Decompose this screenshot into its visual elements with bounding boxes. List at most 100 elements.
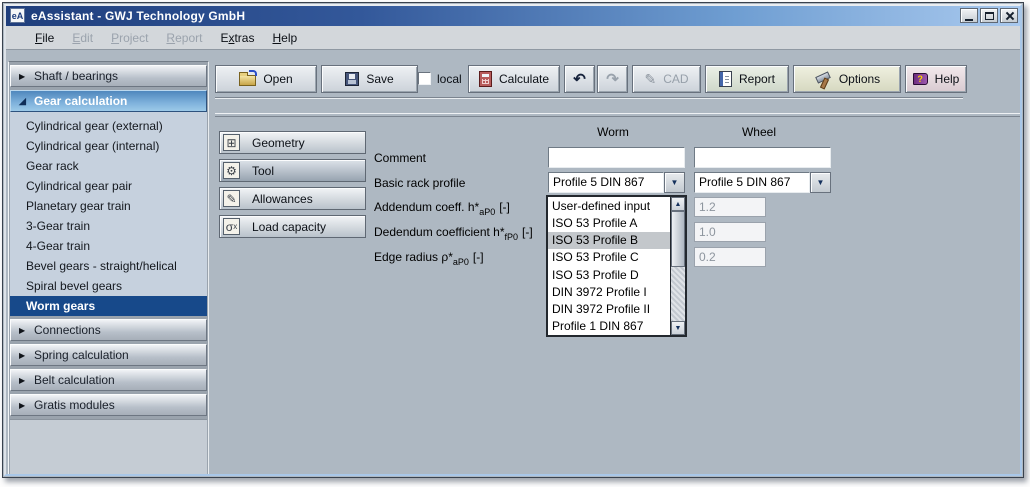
comment-input-worm[interactable]	[548, 147, 685, 168]
menu-bar: File Edit Project Report Extras Help	[6, 26, 1020, 50]
chevron-down-icon: ▼	[671, 178, 679, 187]
dropdown-option-iso53-b-highlighted[interactable]: ISO 53 Profile B	[548, 232, 670, 249]
sidebar-item-worm-gears[interactable]: Worm gears	[10, 296, 207, 316]
calculate-button[interactable]: Calculate	[468, 65, 560, 93]
column-header-wheel: Wheel	[689, 125, 829, 139]
report-page-icon	[719, 71, 732, 87]
basic-rack-profile-label: Basic rack profile	[374, 176, 465, 190]
window-title: eAssistant - GWJ Technology GmbH	[31, 9, 245, 23]
load-capacity-section-button[interactable]: σx Load capacity	[219, 215, 366, 238]
dropdown-option-din3972-ii[interactable]: DIN 3972 Profile II	[548, 301, 670, 318]
addendum-coeff-label: Addendum coeff. h*aP0[-]	[374, 200, 510, 217]
dropdown-option-iso53-d[interactable]: ISO 53 Profile D	[548, 266, 670, 283]
combo-value-wheel: Profile 5 DIN 867	[694, 172, 810, 193]
sidebar-item-cylindrical-gear-external[interactable]: Cylindrical gear (external)	[10, 116, 207, 136]
chevron-right-icon: ▶	[19, 351, 28, 360]
edge-radius-label: Edge radius ρ*aP0[-]	[374, 250, 484, 267]
help-button[interactable]: ? Help	[905, 65, 967, 93]
minimize-button[interactable]	[960, 8, 978, 23]
gear-icon: ⚙	[223, 162, 240, 179]
sidebar-item-gear-rack[interactable]: Gear rack	[10, 156, 207, 176]
dropdown-scrollbar[interactable]: ▲ ▼	[670, 197, 685, 335]
dropdown-options: User-defined input ISO 53 Profile A ISO …	[548, 197, 670, 335]
dropdown-option-din3972-i[interactable]: DIN 3972 Profile I	[548, 283, 670, 300]
floppy-disk-icon	[345, 72, 359, 86]
toolbar-separator	[215, 97, 963, 99]
sidebar-item-spiral-bevel-gears[interactable]: Spiral bevel gears	[10, 276, 207, 296]
basic-rack-profile-combo-worm[interactable]: Profile 5 DIN 867 ▼	[548, 172, 685, 193]
sidebar-item-cylindrical-gear-pair[interactable]: Cylindrical gear pair	[10, 176, 207, 196]
sidebar-item-belt-calculation[interactable]: ▶ Belt calculation	[10, 369, 207, 391]
tool-section-button[interactable]: ⚙ Tool	[219, 159, 366, 182]
sidebar-item-spring-calculation[interactable]: ▶ Spring calculation	[10, 344, 207, 366]
menu-project: Project	[102, 28, 157, 48]
maximize-button[interactable]	[980, 8, 998, 23]
chevron-expanded-icon: ◢	[19, 96, 28, 107]
scroll-up-button[interactable]: ▲	[671, 197, 685, 211]
undo-icon: ↶	[573, 72, 586, 87]
maximize-icon	[985, 12, 994, 20]
local-checkbox-label: local	[437, 72, 462, 86]
menu-file[interactable]: File	[26, 28, 63, 48]
cad-pencil-icon: ✎	[644, 72, 656, 86]
dropdown-option-profile1-din867[interactable]: Profile 1 DIN 867	[548, 318, 670, 335]
workspace: ▶ Shaft / bearings ◢ Gear calculation Cy…	[6, 51, 1020, 474]
sidebar-item-gear-calculation[interactable]: ◢ Gear calculation	[10, 90, 207, 112]
sigma-x-icon: σx	[223, 218, 240, 235]
local-checkbox[interactable]	[418, 72, 431, 85]
app-window: eA eAssistant - GWJ Technology GmbH File…	[2, 2, 1024, 478]
titlebar: eA eAssistant - GWJ Technology GmbH	[6, 5, 1020, 26]
sidebar-item-shaft-bearings[interactable]: ▶ Shaft / bearings	[10, 65, 207, 87]
comment-input-wheel[interactable]	[694, 147, 831, 168]
menu-help[interactable]: Help	[263, 28, 306, 48]
sidebar-empty-panel	[10, 419, 207, 474]
dropdown-option-iso53-c[interactable]: ISO 53 Profile C	[548, 249, 670, 266]
window-controls	[960, 8, 1018, 23]
dedendum-coeff-input-wheel	[694, 222, 766, 242]
sidebar: ▶ Shaft / bearings ◢ Gear calculation Cy…	[8, 61, 209, 475]
help-book-icon: ?	[913, 73, 928, 85]
menu-extras[interactable]: Extras	[211, 28, 263, 48]
chevron-down-icon: ▼	[817, 178, 825, 187]
save-button[interactable]: Save	[321, 65, 418, 93]
cad-button: ✎ CAD	[632, 65, 701, 93]
redo-button: ↷	[597, 65, 628, 93]
dropdown-option-iso53-a[interactable]: ISO 53 Profile A	[548, 214, 670, 231]
content-separator-shadow	[215, 116, 1021, 117]
sidebar-item-bevel-gears[interactable]: Bevel gears - straight/helical	[10, 256, 207, 276]
pencil-icon: ✎	[223, 190, 240, 207]
close-button[interactable]	[1000, 8, 1018, 23]
chevron-right-icon: ▶	[19, 376, 28, 385]
menu-report: Report	[157, 28, 211, 48]
chevron-right-icon: ▶	[19, 401, 28, 410]
dropdown-option-user-defined[interactable]: User-defined input	[548, 197, 670, 214]
calculator-icon	[479, 71, 492, 87]
tools-hammer-icon	[814, 71, 832, 88]
sidebar-item-gratis-modules[interactable]: ▶ Gratis modules	[10, 394, 207, 416]
comment-label: Comment	[374, 151, 426, 165]
column-header-worm: Worm	[543, 125, 683, 139]
combo-dropdown-button-wheel[interactable]: ▼	[810, 172, 831, 193]
app-icon: eA	[10, 8, 25, 23]
open-button[interactable]: Open	[215, 65, 317, 93]
scrollbar-thumb[interactable]	[671, 211, 685, 267]
grid-icon: ⊞	[223, 134, 240, 151]
sidebar-item-cylindrical-gear-internal[interactable]: Cylindrical gear (internal)	[10, 136, 207, 156]
sidebar-item-3-gear-train[interactable]: 3-Gear train	[10, 216, 207, 236]
combo-dropdown-button-worm[interactable]: ▼	[664, 172, 685, 193]
scroll-down-button[interactable]: ▼	[671, 321, 685, 335]
redo-icon: ↷	[606, 72, 619, 87]
options-button[interactable]: Options	[793, 65, 901, 93]
sidebar-item-connections[interactable]: ▶ Connections	[10, 319, 207, 341]
edge-radius-input-wheel	[694, 247, 766, 267]
sidebar-item-planetary-gear-train[interactable]: Planetary gear train	[10, 196, 207, 216]
sidebar-item-4-gear-train[interactable]: 4-Gear train	[10, 236, 207, 256]
desktop: eA eAssistant - GWJ Technology GmbH File…	[0, 0, 1030, 487]
basic-rack-profile-combo-wheel[interactable]: Profile 5 DIN 867 ▼	[694, 172, 831, 193]
menu-edit: Edit	[63, 28, 102, 48]
report-button[interactable]: Report	[705, 65, 789, 93]
allowances-section-button[interactable]: ✎ Allowances	[219, 187, 366, 210]
undo-button[interactable]: ↶	[564, 65, 595, 93]
minimize-icon	[965, 19, 973, 21]
geometry-section-button[interactable]: ⊞ Geometry	[219, 131, 366, 154]
